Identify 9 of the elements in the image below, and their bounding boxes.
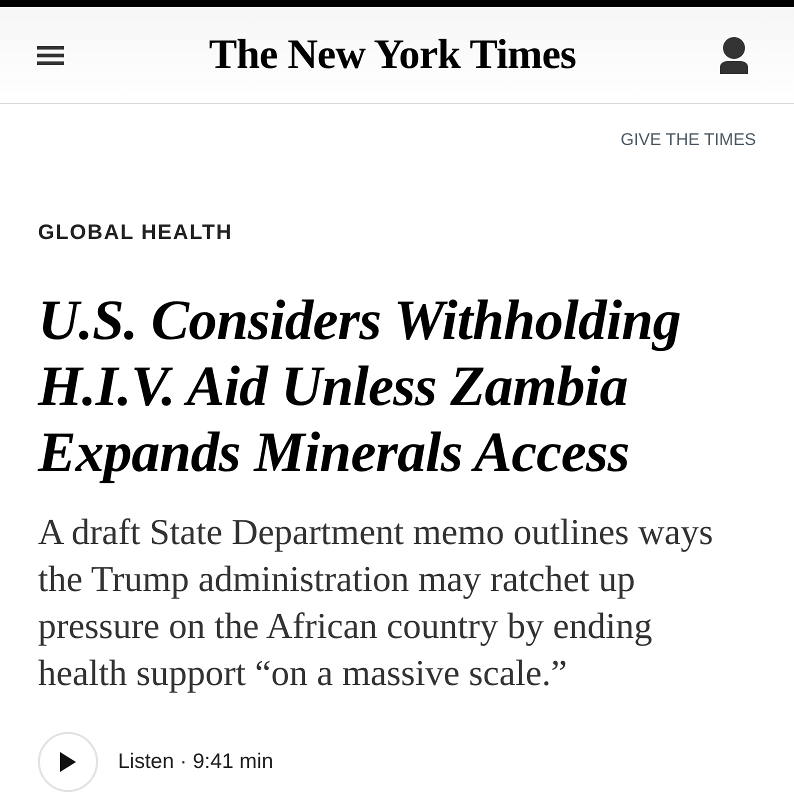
- headline: U.S. Considers Withholding H.I.V. Aid Unless Zambia Expands Minerals Access: [38, 288, 682, 486]
- account-icon[interactable]: [720, 36, 748, 74]
- section-label: GLOBAL HEALTH: [38, 221, 233, 245]
- play-icon: [60, 752, 76, 772]
- site-logo[interactable]: The New York Times: [208, 34, 576, 76]
- give-the-times-link[interactable]: GIVE THE TIMES: [620, 129, 756, 151]
- listen-duration[interactable]: Listen · 9:41 min: [118, 749, 274, 775]
- article-summary: A draft State Department memo outlines ways the Trump administration may ratchet up pressure on the African country by ending health support “on a massive scale.”: [38, 510, 714, 695]
- menu-icon[interactable]: [37, 46, 64, 64]
